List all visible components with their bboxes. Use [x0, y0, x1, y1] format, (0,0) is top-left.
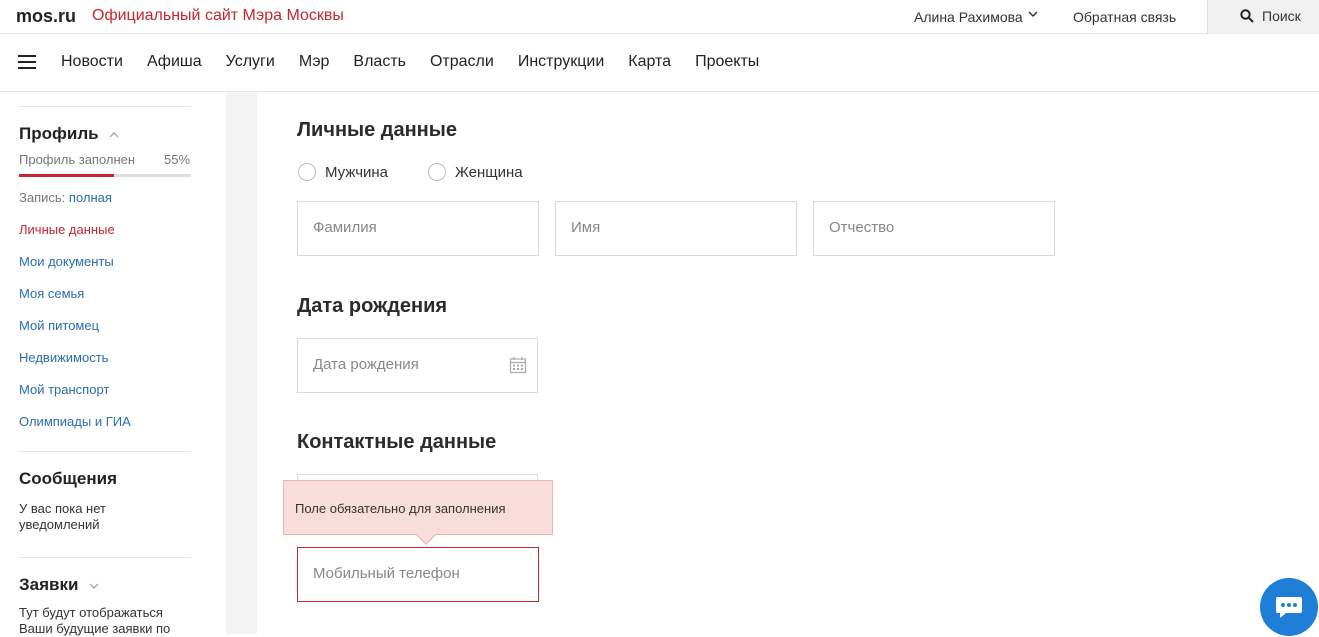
requests-title: Заявки: [19, 575, 79, 594]
name-placeholder: Имя: [571, 219, 601, 236]
search-button[interactable]: Поиск: [1207, 0, 1319, 34]
nav-item-services[interactable]: Услуги: [226, 53, 275, 71]
search-icon: [1240, 9, 1254, 23]
mobile-phone-field[interactable]: Мобильный телефон: [297, 547, 539, 602]
nav-item-map[interactable]: Карта: [628, 53, 671, 71]
requests-empty-text: Тут будут отображаться Ваши будущие заяв…: [19, 605, 171, 636]
chevron-up-icon: [109, 131, 119, 137]
sidebar-item-transport[interactable]: Мой транспорт: [19, 382, 109, 397]
messages-title: Сообщения: [19, 469, 117, 488]
profile-progress-value: 55%: [164, 152, 191, 167]
sidebar-gutter: [226, 92, 257, 634]
profile-title: Профиль: [19, 124, 99, 143]
radio-circle: [428, 163, 446, 181]
chevron-down-icon: [89, 583, 99, 589]
chat-button[interactable]: [1260, 578, 1318, 636]
gender-male-label: Мужчина: [325, 163, 389, 181]
birth-date-field[interactable]: Дата рождения: [297, 338, 538, 393]
nav-item-industries[interactable]: Отрасли: [430, 53, 494, 71]
error-tooltip: Поле обязательно для заполнения: [283, 480, 553, 545]
menu-icon[interactable]: [18, 55, 36, 69]
top-bar: mos.ru Официальный сайт Мэра Москвы Алин…: [0, 0, 1319, 34]
nav-item-instructions[interactable]: Инструкции: [518, 53, 604, 71]
gender-female-radio[interactable]: Женщина: [428, 163, 523, 181]
sidebar-item-realty[interactable]: Недвижимость: [19, 350, 108, 365]
nav-item-afisha[interactable]: Афиша: [147, 53, 202, 71]
profile-progress-bar: [19, 174, 191, 177]
search-label: Поиск: [1262, 8, 1301, 24]
chevron-down-icon[interactable]: [1027, 8, 1039, 20]
nav-item-mayor[interactable]: Мэр: [299, 53, 330, 71]
nav-item-projects[interactable]: Проекты: [695, 53, 759, 71]
chat-icon: [1276, 597, 1302, 618]
profile-section-toggle[interactable]: Профиль: [19, 124, 119, 144]
divider: [19, 557, 191, 558]
sidebar-item-documents[interactable]: Мои документы: [19, 254, 114, 269]
nav-items: Новости Афиша Услуги Мэр Власть Отрасли …: [61, 53, 759, 71]
profile-progress-fill: [19, 174, 114, 177]
birth-date-placeholder: Дата рождения: [313, 356, 419, 373]
main-nav: Новости Афиша Услуги Мэр Власть Отрасли …: [0, 35, 1319, 92]
personal-data-title: Личные данные: [297, 119, 457, 141]
radio-circle: [298, 163, 316, 181]
surname-field[interactable]: Фамилия: [297, 201, 539, 256]
surname-placeholder: Фамилия: [313, 219, 377, 236]
gender-female-label: Женщина: [455, 163, 523, 181]
patronymic-field[interactable]: Отчество: [813, 201, 1055, 256]
record-value-link[interactable]: полная: [69, 190, 112, 205]
tooltip-arrow: [416, 525, 436, 545]
patronymic-placeholder: Отчество: [829, 219, 895, 236]
contacts-title: Контактные данные: [297, 431, 497, 453]
sidebar-item-family[interactable]: Моя семья: [19, 286, 84, 301]
site-title[interactable]: Официальный сайт Мэра Москвы: [92, 7, 344, 25]
sidebar-item-personal-data[interactable]: Личные данные: [19, 222, 115, 237]
calendar-icon[interactable]: [509, 356, 527, 374]
nav-item-government[interactable]: Власть: [353, 53, 406, 71]
birth-date-title: Дата рождения: [297, 295, 448, 317]
record-status: Запись: полная: [19, 190, 112, 205]
user-menu-name[interactable]: Алина Рахимова: [914, 9, 1023, 25]
feedback-link[interactable]: Обратная связь: [1073, 9, 1176, 25]
name-field[interactable]: Имя: [555, 201, 797, 256]
sidebar-item-olympiads[interactable]: Олимпиады и ГИА: [19, 414, 131, 429]
error-tooltip-text: Поле обязательно для заполнения: [295, 501, 506, 516]
record-label: Запись:: [19, 190, 66, 205]
profile-progress-label: Профиль заполнен: [19, 152, 136, 167]
requests-section-toggle[interactable]: Заявки: [19, 575, 99, 595]
sidebar-item-pet[interactable]: Мой питомец: [19, 318, 99, 333]
divider: [19, 451, 191, 452]
divider: [19, 106, 191, 107]
gender-male-radio[interactable]: Мужчина: [298, 163, 388, 181]
nav-item-news[interactable]: Новости: [61, 53, 123, 71]
profile-sidebar: Профиль Профиль заполнен 55% Запись: пол…: [0, 92, 226, 636]
messages-empty-text: У вас пока нет уведомлений: [19, 501, 106, 532]
mobile-phone-placeholder: Мобильный телефон: [313, 565, 460, 582]
site-logo[interactable]: mos.ru: [16, 6, 76, 27]
